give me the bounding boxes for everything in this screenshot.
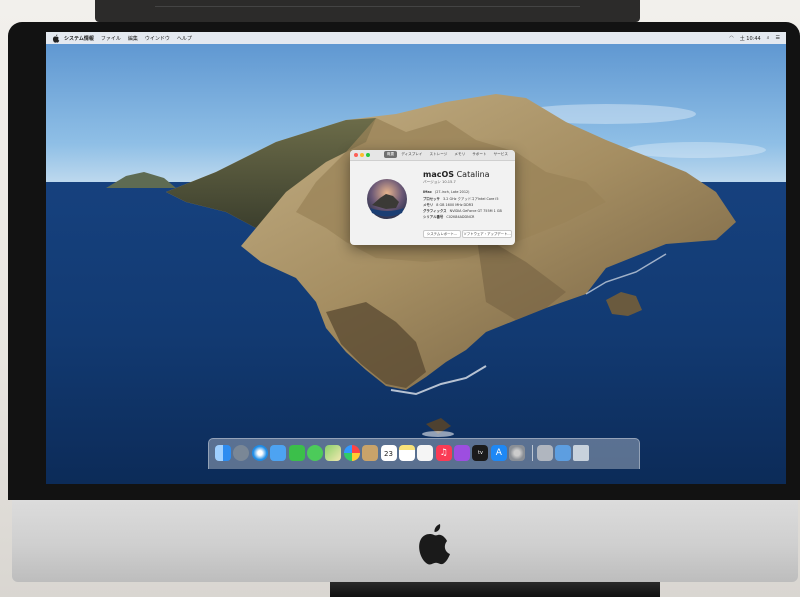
facetime-icon[interactable] [288, 445, 305, 461]
system-report-button[interactable]: システムレポート... [423, 230, 461, 238]
messages-icon[interactable] [306, 445, 323, 461]
spec-row: シリアル番号 C02K84ADDNCR [423, 214, 474, 219]
menu-edit[interactable]: 編集 [128, 35, 138, 42]
menu-bar: システム情報 ファイル 編集 ウインドウ ヘルプ ◠ 土 10:44 ⌕ ☰ [46, 32, 786, 44]
system-preferences-icon[interactable] [509, 445, 526, 461]
tab-memory[interactable]: メモリ [451, 151, 468, 158]
calendar-day: 23 [384, 450, 393, 458]
dock-icons: 23 ♫ tv A [215, 445, 592, 461]
calendar-icon[interactable]: 23 [380, 445, 397, 461]
window-titlebar[interactable]: 概要 ディスプレイ ストレージ メモリ サポート サービス [350, 150, 515, 161]
spec-row: メモリ 8 GB 1600 MHz DDR3 [423, 202, 473, 207]
spotlight-icon[interactable]: ⌕ [767, 35, 770, 41]
contacts-icon[interactable] [362, 445, 379, 461]
os-name-light: Catalina [456, 170, 490, 179]
mail-icon[interactable] [270, 445, 287, 461]
menu-app-name[interactable]: システム情報 [64, 35, 94, 42]
spec-value: (27-inch, Late 2012) [434, 190, 470, 194]
maps-icon[interactable] [325, 445, 342, 461]
zoom-button[interactable] [366, 153, 370, 157]
os-name-bold: macOS [423, 170, 455, 179]
menu-extras: ◠ 土 10:44 ⌕ ☰ [723, 35, 780, 42]
spec-key: プロセッサ [423, 197, 440, 201]
close-button[interactable] [354, 153, 358, 157]
podcasts-icon[interactable] [454, 445, 471, 461]
tab-overview[interactable]: 概要 [384, 151, 398, 158]
dock: 23 ♫ tv A [208, 438, 640, 469]
screen: システム情報 ファイル 編集 ウインドウ ヘルプ ◠ 土 10:44 ⌕ ☰ 概… [46, 32, 786, 484]
app-store-icon[interactable]: A [490, 445, 507, 461]
system-information-icon[interactable] [536, 445, 553, 461]
macos-catalina-icon [367, 179, 407, 219]
os-name: macOS Catalina [423, 170, 490, 179]
launchpad-icon[interactable] [233, 445, 250, 461]
finder-icon[interactable] [215, 445, 231, 461]
menu-window[interactable]: ウインドウ [145, 35, 170, 42]
reminders-icon[interactable] [417, 445, 434, 461]
tv-icon[interactable]: tv [472, 445, 489, 461]
spec-value: C02K84ADDNCR [446, 215, 475, 219]
spec-value: 8 GB 1600 MHz DDR3 [436, 203, 474, 207]
catalina-wallpaper [46, 32, 786, 484]
tab-bar: 概要 ディスプレイ ストレージ メモリ サポート サービス [384, 151, 512, 158]
spec-value: NVIDIA GeForce GT 755M 1 GB [449, 209, 502, 213]
imac-stand [330, 582, 660, 597]
menu-clock[interactable]: 土 10:44 [740, 35, 761, 42]
safari-icon[interactable] [251, 445, 268, 461]
downloads-icon[interactable] [555, 445, 572, 461]
dock-separator [531, 445, 533, 461]
tab-storage[interactable]: ストレージ [427, 151, 451, 158]
minimize-button[interactable] [360, 153, 364, 157]
tab-service[interactable]: サービス [491, 151, 511, 158]
apple-logo-icon [419, 524, 450, 565]
spec-row: グラフィックス NVIDIA GeForce GT 755M 1 GB [423, 208, 502, 213]
control-list-icon[interactable]: ☰ [776, 35, 780, 41]
software-update-button[interactable]: ソフトウェア・アップデート... [462, 230, 512, 238]
tab-support[interactable]: サポート [469, 151, 489, 158]
menu-help[interactable]: ヘルプ [177, 35, 192, 42]
spec-key: メモリ [423, 203, 434, 207]
spec-key: シリアル番号 [423, 215, 444, 219]
about-this-mac-window: 概要 ディスプレイ ストレージ メモリ サポート サービス macOS Cata… [350, 150, 515, 245]
notes-icon[interactable] [398, 445, 415, 461]
trash-icon[interactable] [573, 445, 590, 461]
background-object [95, 0, 640, 22]
spec-key: iMac [423, 190, 432, 194]
menu-file[interactable]: ファイル [101, 35, 121, 42]
tab-displays[interactable]: ディスプレイ [398, 151, 425, 158]
photos-icon[interactable] [343, 445, 360, 461]
spec-row: プロセッサ 3.2 GHz クアッドコアIntel Core i5 [423, 196, 499, 201]
wifi-icon[interactable]: ◠ [729, 35, 733, 41]
spec-value: 3.2 GHz クアッドコアIntel Core i5 [443, 197, 499, 201]
os-version: バージョン 10.15.7 [423, 180, 456, 184]
apple-menu-icon[interactable] [52, 33, 60, 43]
music-icon[interactable]: ♫ [435, 445, 452, 461]
spec-key: グラフィックス [423, 209, 447, 213]
spec-row: iMac (27-inch, Late 2012) [423, 190, 469, 194]
imac-chin [12, 500, 798, 582]
